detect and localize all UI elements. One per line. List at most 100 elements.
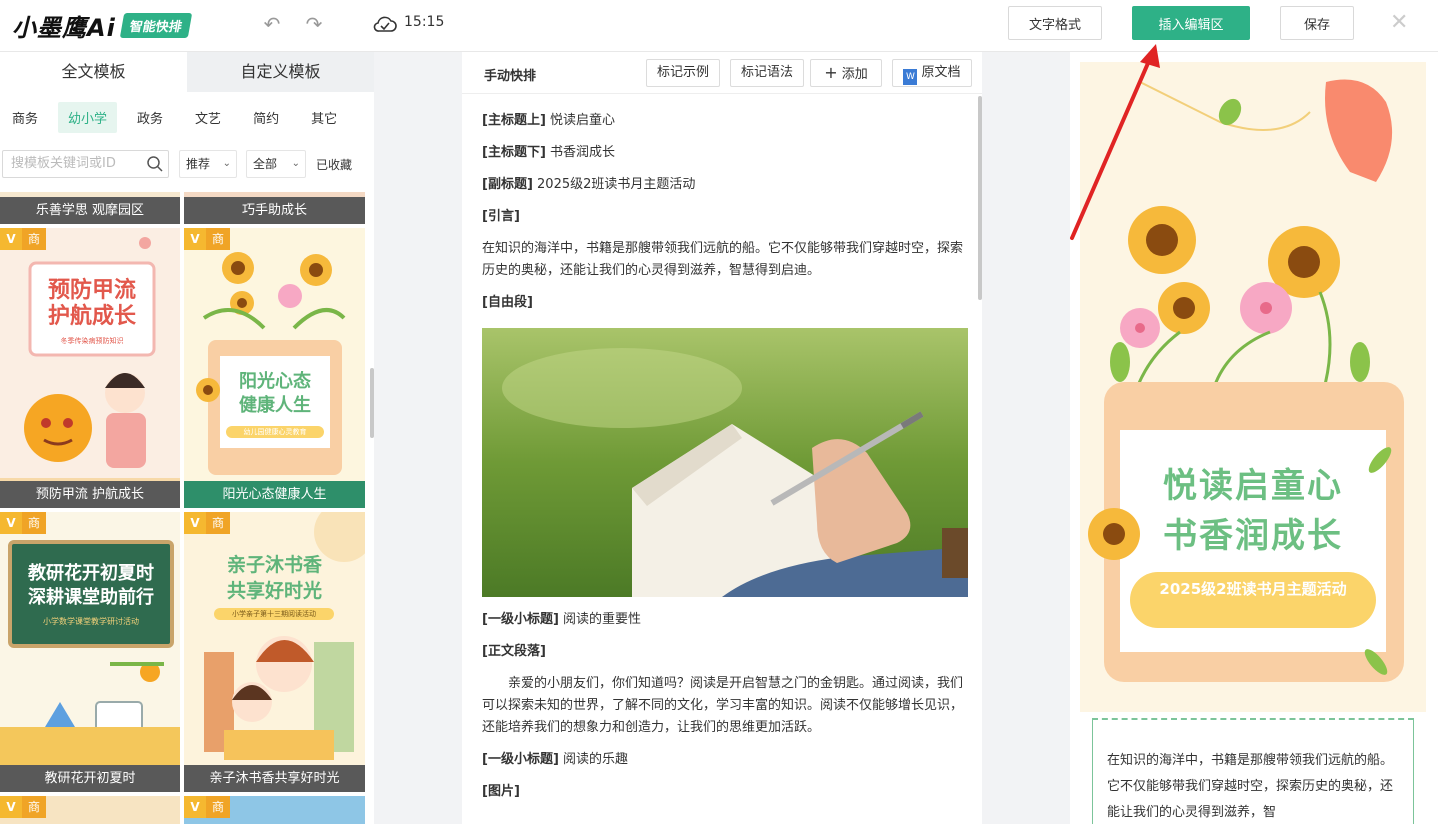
template-card[interactable]: 巧手助成长: [184, 192, 365, 224]
thumbnail-subtitle: 冬季传染病预防知识: [60, 337, 124, 345]
editor-content[interactable]: [主标题上] 悦读启童心 [主标题下] 书香润成长 [副标题] 2025级2班读…: [482, 110, 968, 813]
template-card-label: 巧手助成长: [184, 197, 365, 224]
block-intro-text[interactable]: 在知识的海洋中，书籍是那艘带领我们远航的船。它不仅能够带我们穿越时空，探索历史的…: [482, 238, 968, 282]
block-body-tag[interactable]: [正文段落]: [482, 641, 968, 673]
add-button-label: 添加: [841, 67, 868, 82]
block-image-tag[interactable]: [图片]: [482, 781, 968, 813]
category-simple[interactable]: 简约: [251, 103, 281, 132]
template-card-label: 阳光心态健康人生: [184, 481, 365, 508]
app-logo: 小墨鹰Ai 智能快排: [12, 10, 193, 42]
manual-layout-editor: 手动快排 标记示例 标记语法 + 添加 W 原文档 [主标题上] 悦读启童心 [主标…: [462, 52, 982, 824]
cloud-sync-icon: [373, 16, 397, 32]
template-scrollbar[interactable]: [370, 368, 374, 438]
template-tabs: 全文模板 自定义模板: [0, 52, 374, 92]
template-card[interactable]: V 商 亲子沐书香 共享好时光 小学亲子第十三期阅读活动 亲子沐书香共享好时光: [184, 512, 365, 792]
vip-badge: V: [0, 228, 22, 250]
block-body-text[interactable]: 亲爱的小朋友们，你们知道吗？阅读是开启智慧之门的金钥匙。通过阅读，我们可以探索未…: [482, 673, 968, 739]
thumbnail-title: 预防甲流 护航成长: [30, 278, 154, 330]
editor-scrollbar[interactable]: [978, 96, 982, 300]
tab-full-templates[interactable]: 全文模板: [0, 52, 187, 92]
template-card[interactable]: V 商 教研花开初夏时 深耕课堂助前行 小学数学课堂教学研讨活动 教研花开初夏时: [0, 512, 180, 792]
logo-text: 小墨鹰Ai: [12, 13, 116, 42]
editor-title: 手动快排: [484, 69, 537, 84]
thumbnail-title-line: 共享好时光: [226, 580, 322, 602]
vip-badge: V: [184, 796, 206, 818]
sort-select-value: 推荐: [186, 157, 211, 171]
block-heading-1b[interactable]: [一级小标题] 阅读的乐趣: [482, 749, 968, 781]
block-tag: [主标题下]: [482, 145, 546, 160]
block-main-title-up[interactable]: [主标题上] 悦读启童心: [482, 110, 968, 142]
close-icon[interactable]: ✕: [1390, 10, 1408, 35]
commercial-badge: 商: [206, 796, 230, 818]
template-card[interactable]: V 商: [0, 796, 180, 824]
thumbnail-title-line: 深耕课堂助前行: [28, 587, 154, 608]
logo-badge: 智能快排: [119, 12, 193, 38]
category-arts[interactable]: 文艺: [193, 103, 223, 132]
preview-intro-text: 在知识的海洋中，书籍是那艘带领我们远航的船。它不仅能够带我们穿越时空，探索历史的…: [1107, 753, 1394, 820]
commercial-badge: 商: [22, 228, 46, 250]
block-free-tag[interactable]: [自由段]: [482, 292, 968, 324]
block-text: 阅读的重要性: [563, 612, 642, 627]
filter-bar: 搜模板关键词或ID 推荐 ⌄ 全部 ⌄ 已收藏: [0, 150, 374, 180]
block-tag: [正文段落]: [482, 644, 546, 659]
category-government[interactable]: 政务: [135, 103, 165, 132]
block-text: 书香润成长: [550, 145, 616, 160]
block-text: 阅读的乐趣: [563, 752, 629, 767]
thumbnail-title-line: 预防甲流: [47, 278, 136, 303]
commercial-badge: 商: [206, 228, 230, 250]
redo-icon[interactable]: ↷: [302, 12, 326, 36]
chevron-down-icon: ⌄: [291, 158, 300, 169]
chevron-down-icon: ⌄: [222, 158, 231, 169]
search-icon[interactable]: [146, 155, 164, 173]
markup-syntax-button[interactable]: 标记语法: [730, 59, 804, 87]
category-business[interactable]: 商务: [10, 103, 40, 132]
template-card[interactable]: V 商 阳光心态 健康人生 幼儿园健康心灵教育 阳光心态健康人生: [184, 228, 365, 508]
thumbnail-title-line: 阳光心态: [239, 371, 311, 392]
tab-custom-templates[interactable]: 自定义模板: [187, 52, 374, 92]
poster-title-line-2: 书香润成长: [1163, 516, 1343, 556]
content-photo[interactable]: [482, 328, 968, 597]
undo-icon[interactable]: ↶: [260, 12, 284, 36]
thumbnail-subtitle: 幼儿园健康心灵教育: [226, 426, 324, 438]
save-button[interactable]: 保存: [1280, 6, 1354, 40]
category-primary-school[interactable]: 幼小学: [58, 101, 118, 133]
markup-example-button[interactable]: 标记示例: [646, 59, 720, 87]
original-document-button[interactable]: W 原文档: [892, 59, 972, 87]
preview-panel: 悦读启童心 书香润成长 2025级2班读书月主题活动 在知识的海洋中，书籍是那艘…: [1070, 52, 1438, 824]
block-tag: [副标题]: [482, 177, 533, 192]
thumbnail-subtitle: 小学亲子第十三期阅读活动: [214, 608, 334, 620]
category-other[interactable]: 其它: [309, 103, 339, 132]
thumbnail-title: 阳光心态 健康人生: [220, 370, 330, 418]
poster-subtitle-pill: 2025级2班读书月主题活动: [1130, 572, 1376, 628]
favorites-link[interactable]: 已收藏: [316, 156, 352, 173]
scope-select[interactable]: 全部 ⌄: [246, 150, 306, 178]
block-heading-1[interactable]: [一级小标题] 阅读的重要性: [482, 609, 968, 641]
block-tag: [一级小标题]: [482, 752, 559, 767]
insert-to-editor-button[interactable]: 插入编辑区: [1132, 6, 1250, 40]
block-tag: [主标题上]: [482, 113, 546, 128]
original-document-label: 原文档: [921, 65, 961, 80]
block-tag: [图片]: [482, 784, 520, 799]
block-intro-tag[interactable]: [引言]: [482, 206, 968, 238]
block-subtitle[interactable]: [副标题] 2025级2班读书月主题活动: [482, 174, 968, 206]
thumbnail-title: 亲子沐书香 共享好时光: [184, 552, 365, 604]
thumbnail-title: 教研花开初夏时 深耕课堂助前行: [10, 562, 172, 610]
block-tag: [自由段]: [482, 295, 533, 310]
template-thumbnail: [0, 512, 180, 792]
commercial-badge: 商: [206, 512, 230, 534]
plus-icon: +: [824, 63, 838, 82]
sort-select[interactable]: 推荐 ⌄: [179, 150, 237, 178]
template-card[interactable]: V 商 预防甲流 护航成长 冬季传染病预防知识 预防甲流 护航成长: [0, 228, 180, 508]
template-card[interactable]: V 商: [184, 796, 365, 824]
top-bar: 小墨鹰Ai 智能快排 ↶ ↷ 15:15 文字格式 插入编辑区 保存 ✕: [0, 0, 1438, 52]
scope-select-value: 全部: [253, 157, 278, 171]
block-main-title-down[interactable]: [主标题下] 书香润成长: [482, 142, 968, 174]
text-format-button[interactable]: 文字格式: [1008, 6, 1102, 40]
preview-poster: 悦读启童心 书香润成长 2025级2班读书月主题活动: [1080, 62, 1426, 712]
template-search-input[interactable]: 搜模板关键词或ID: [2, 150, 169, 178]
thumbnail-title-line: 护航成长: [47, 304, 136, 329]
add-button[interactable]: + 添加: [810, 59, 882, 87]
block-tag: [引言]: [482, 209, 520, 224]
template-card[interactable]: 乐善学思 观摩园区: [0, 192, 180, 224]
template-thumbnail: [0, 228, 180, 508]
